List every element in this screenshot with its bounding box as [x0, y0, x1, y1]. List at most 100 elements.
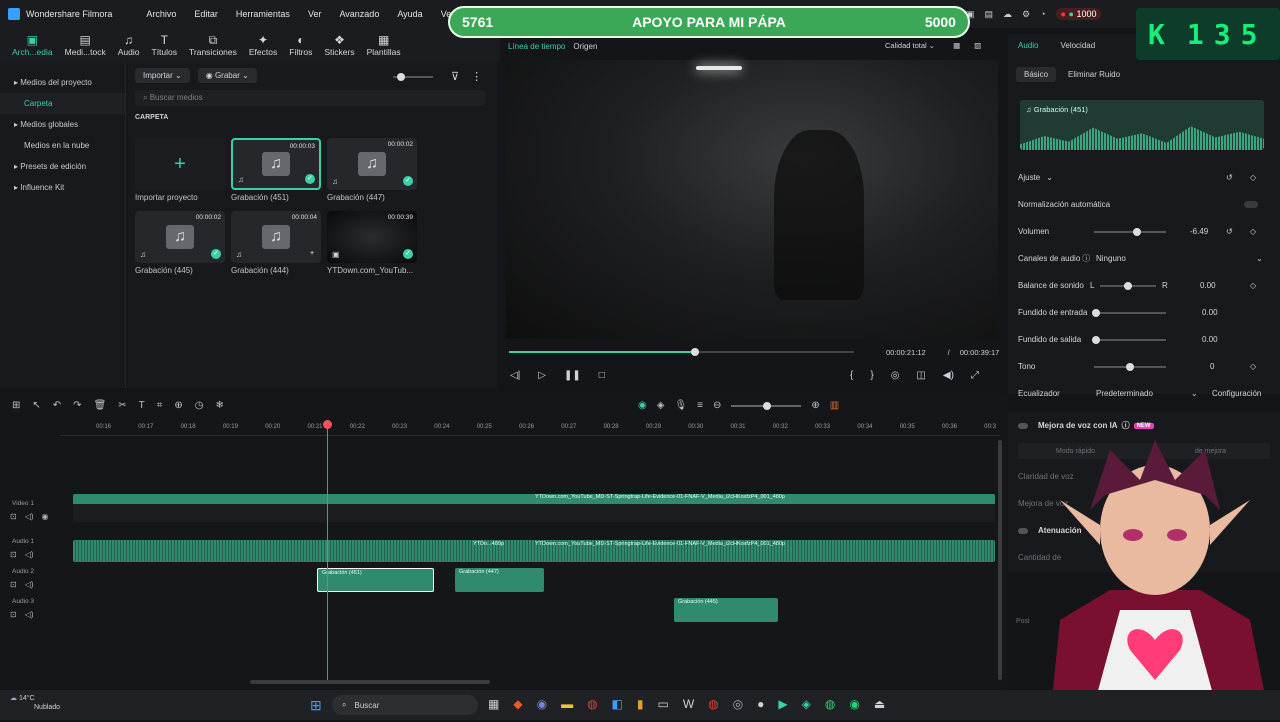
volume-icon[interactable]: ◁) [25, 512, 34, 521]
settings-icon[interactable]: ⚙ [1022, 9, 1030, 20]
balance-keyframe-icon[interactable]: ◇ [1250, 281, 1256, 290]
audio-channels-dropdown[interactable]: Ninguno [1096, 254, 1126, 263]
spotify-icon[interactable]: ◉ [849, 697, 859, 711]
filmora-taskbar-icon[interactable]: ◈ [802, 697, 811, 711]
freeze-icon[interactable]: ❄ [216, 400, 224, 411]
tab-audio[interactable]: Audio [1018, 41, 1038, 50]
balance-knob[interactable] [1124, 282, 1132, 290]
media-thumbnail[interactable]: ♫ ♫ 00:00:02 ✓ [135, 211, 225, 263]
toolbar-music-button[interactable]: ♫ Audio [118, 33, 140, 57]
reset-volume-icon[interactable]: ↺ [1226, 227, 1233, 236]
media-item[interactable]: + Importar proyecto [135, 138, 225, 208]
explorer-icon[interactable]: ▬ [561, 697, 573, 711]
video-preview[interactable] [506, 60, 998, 338]
ai-voice-toggle[interactable] [1018, 422, 1028, 429]
fade-out-knob[interactable] [1092, 336, 1100, 344]
sidebar-item[interactable]: Medios en la nube [0, 135, 125, 156]
toolbar-effects-button[interactable]: ✦ Efectos [249, 33, 277, 57]
playback-progress[interactable] [509, 348, 854, 356]
equalizer-dropdown[interactable]: Predeterminado ⌄ [1096, 389, 1198, 398]
mark-in-icon[interactable]: { [850, 370, 853, 381]
fade-out-value[interactable]: 0.00 [1202, 335, 1218, 344]
save-icon[interactable]: ▤ [985, 9, 994, 20]
files-icon[interactable]: ▮ [637, 697, 644, 711]
image-icon[interactable]: ▨ [974, 41, 981, 50]
mark-out-icon[interactable]: } [870, 370, 873, 381]
app-icon[interactable]: ▶ [778, 697, 787, 711]
record-badge[interactable]: ● ● 1000 [1055, 8, 1102, 20]
media-thumbnail[interactable]: ♫ ♫ 00:00:03 ✓ [231, 138, 321, 190]
speed-icon[interactable]: ◷ [195, 400, 204, 411]
redo-icon[interactable]: ↷ [73, 400, 81, 411]
volume-keyframe-icon[interactable]: ◇ [1250, 227, 1256, 236]
media-thumbnail[interactable]: + [135, 138, 225, 190]
volume-knob[interactable] [1133, 228, 1142, 236]
audio3-clip[interactable]: Grabación (445) [674, 598, 778, 622]
volume-icon[interactable]: ◁) [25, 550, 34, 559]
toolbar-filter-button[interactable]: ◐ Filtros [289, 33, 312, 57]
toolbar-template-button[interactable]: ▦ Plantillas [367, 33, 401, 57]
fade-out-slider[interactable] [1094, 339, 1166, 341]
tone-knob[interactable] [1126, 363, 1134, 371]
auto-normalization-toggle[interactable] [1244, 201, 1258, 208]
sidebar-item[interactable]: ▸ Medios globales [0, 114, 125, 135]
menu-item[interactable]: Avanzado [339, 9, 379, 19]
sidebar-item[interactable]: Carpeta [0, 93, 125, 114]
tab-speed[interactable]: Velocidad [1060, 41, 1095, 50]
delete-icon[interactable]: 🗑 [94, 400, 107, 411]
quality-dropdown[interactable]: Calidad total ⌄ [885, 41, 935, 50]
task-view-icon[interactable]: ▦ [488, 697, 499, 711]
attenuation-toggle[interactable] [1018, 527, 1028, 534]
steam-icon[interactable]: ◎ [733, 697, 743, 711]
audio2-clip-selected[interactable]: Grabación (451) [317, 568, 434, 592]
toolbar-text-button[interactable]: T Títulos [152, 33, 178, 57]
text-tool-icon[interactable]: T [139, 400, 145, 411]
media-item[interactable]: ♫ ♫ 00:00:02 ✓ Grabación (445) [135, 211, 225, 281]
media-item[interactable]: ♫ ♫ 00:00:04 + Grabación (444) [231, 211, 321, 281]
record-dropdown[interactable]: ◉ Grabar ⌄ [197, 68, 257, 83]
sidebar-item[interactable]: ▸ Medios del proyecto [0, 72, 125, 93]
vscode-icon[interactable]: ◧ [612, 697, 623, 711]
toolbar-transition-button[interactable]: ⧉ Transiciones [189, 33, 237, 57]
audio-meter-icon[interactable]: ▥ [830, 400, 839, 411]
volume-icon[interactable]: ◁) [25, 610, 34, 619]
snapshot-icon[interactable]: ◫ [916, 370, 925, 381]
render-icon[interactable]: ◎ [891, 370, 900, 381]
lock-icon[interactable]: ⊡ [10, 610, 17, 619]
marker-icon[interactable]: ◈ [657, 400, 665, 411]
account-icon[interactable]: ◔ [1040, 9, 1045, 19]
sidebar-item[interactable]: ▸ Influence Kit [0, 177, 125, 198]
balance-value[interactable]: 0.00 [1200, 281, 1216, 290]
chrome2-icon[interactable]: ◍ [708, 697, 718, 711]
volume-slider[interactable] [1094, 231, 1166, 233]
fade-in-slider[interactable] [1094, 312, 1166, 314]
audio1-clip[interactable]: YTDown.com_YouTube_MD-ST-Springtrap-Life… [73, 540, 995, 562]
timeline-vertical-scrollbar[interactable] [998, 440, 1002, 680]
timeline-ruler[interactable]: 00:16 00:17 00:18 00:19 00:20 00:21 00:22 00:23… [60, 422, 1000, 436]
toolbar-stock-button[interactable]: ▤ Medi...tock [65, 33, 106, 57]
brave-icon[interactable]: ◆ [513, 697, 522, 711]
toolbar-folder-button[interactable]: ▣ Arch...edia [12, 33, 53, 57]
filter-icon[interactable]: ⊽ [451, 70, 459, 83]
lock-icon[interactable]: ⊡ [10, 550, 17, 559]
discord-icon[interactable]: ◉ [537, 697, 547, 711]
stop-icon[interactable]: □ [599, 370, 605, 381]
adjust-section[interactable]: Ajuste ⌄ ↺ ◇ [1008, 164, 1280, 191]
github-icon[interactable]: ● [757, 697, 764, 711]
tab-noise-removal[interactable]: Eliminar Ruido [1068, 70, 1120, 79]
menu-item[interactable]: Archivo [146, 9, 176, 19]
timeline-zoom-slider[interactable] [731, 401, 802, 410]
audio2-clip[interactable]: Grabación (447) [455, 568, 544, 592]
whatsapp-icon[interactable]: ◍ [825, 697, 835, 711]
zoom-in-icon[interactable]: ⊕ [811, 400, 819, 411]
media-thumbnail[interactable]: ♫ ♫ 00:00:04 + [231, 211, 321, 263]
media-item[interactable]: ♫ ♫ 00:00:02 ✓ Grabación (447) [327, 138, 417, 208]
volume-icon[interactable]: ◁) [25, 580, 34, 589]
select-tool-icon[interactable]: ↖ [32, 400, 40, 411]
chrome-icon[interactable]: ◍ [587, 697, 597, 711]
keyframe-icon[interactable]: ◇ [1250, 173, 1256, 182]
tab-basic[interactable]: Básico [1016, 66, 1057, 82]
crop-icon[interactable]: ⌗ [157, 400, 163, 411]
next-frame-icon[interactable]: ▷ [538, 370, 546, 381]
lock-icon[interactable]: ⊡ [10, 580, 17, 589]
